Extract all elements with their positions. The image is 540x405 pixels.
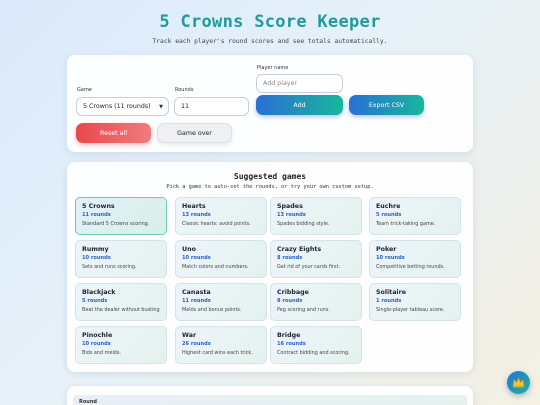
suggested-games-subtitle: Pick a game to auto-set the rounds, or t… — [166, 184, 374, 190]
suggested-games-card: Suggested games Pick a game to auto-set … — [67, 162, 473, 372]
game-card-description: Get rid of your cards first. — [277, 264, 341, 270]
player-name-input[interactable]: Add player — [256, 74, 343, 93]
game-card[interactable]: Rummy 10 rounds Sets and runs scoring. — [75, 240, 167, 278]
game-card-description: Highest card wins each trick. — [182, 350, 253, 356]
game-card-name: Solitaire — [376, 289, 406, 296]
crown-icon — [512, 377, 525, 388]
game-card[interactable]: Canasta 11 rounds Melds and bonus points. — [175, 283, 267, 321]
game-card[interactable]: Pinochle 10 rounds Bids and melds. — [75, 326, 167, 364]
round-column-header: Round — [73, 395, 467, 405]
chevron-down-icon: ▼ — [159, 104, 163, 110]
game-card-name: Spades — [277, 203, 303, 210]
suggested-games-title: Suggested games — [233, 172, 307, 181]
game-card-rounds: 11 rounds — [82, 212, 111, 218]
game-card-name: Poker — [376, 246, 397, 253]
game-card-description: Team trick-taking game. — [376, 221, 436, 227]
player-name-placeholder: Add player — [263, 80, 297, 87]
game-card-rounds: 1 rounds — [376, 298, 402, 304]
game-card-name: War — [182, 332, 197, 339]
game-card-description: Sets and runs scoring. — [82, 264, 137, 270]
game-card-name: Canasta — [182, 289, 211, 296]
game-card-rounds: 5 rounds — [82, 298, 108, 304]
game-card-description: Classic hearts: avoid points. — [182, 221, 251, 227]
controls-card: Game 5 Crowns (11 rounds) ▼ Rounds 11 Pl… — [67, 55, 473, 152]
game-card[interactable]: War 26 rounds Highest card wins each trick… — [175, 326, 267, 364]
reset-all-label: Reset all — [100, 129, 127, 137]
game-card[interactable]: Euchre 5 rounds Team trick-taking game. — [369, 197, 461, 235]
game-card-name: Hearts — [182, 203, 206, 210]
game-card-name: Bridge — [277, 332, 301, 339]
rounds-input[interactable]: 11 — [174, 97, 249, 116]
page-title: 5 Crowns Score Keeper — [159, 12, 381, 32]
game-card[interactable]: Cribbage 8 rounds Peg scoring and runs. — [270, 283, 362, 321]
page-subtitle: Track each player's round scores and see… — [152, 38, 388, 45]
game-card-description: Standard 5 Crowns scoring. — [82, 221, 150, 227]
game-card-description: Spades bidding style. — [277, 221, 330, 227]
game-card[interactable]: Blackjack 5 rounds Beat the dealer without… — [75, 283, 167, 321]
game-card-rounds: 5 rounds — [376, 212, 402, 218]
game-card-name: Rummy — [82, 246, 109, 253]
game-card[interactable]: Uno 10 rounds Match colors and numbers. — [175, 240, 267, 278]
rounds-input-value: 11 — [181, 103, 190, 110]
game-card[interactable]: 5 Crowns 11 rounds Standard 5 Crowns scori… — [75, 197, 167, 235]
game-label: Game — [77, 87, 92, 93]
game-card-description: Bids and melds. — [82, 350, 122, 356]
game-card-rounds: 13 rounds — [277, 212, 306, 218]
game-card-description: Beat the dealer without busting. — [82, 307, 160, 313]
game-card[interactable]: Poker 10 rounds Competitive betting rounds… — [369, 240, 461, 278]
game-card-rounds: 11 rounds — [182, 298, 211, 304]
game-card-description: Single-player tableau score. — [376, 307, 445, 313]
game-card-name: Blackjack — [82, 289, 116, 296]
game-card-name: Cribbage — [277, 289, 309, 296]
game-over-button[interactable]: Game over — [157, 123, 232, 143]
game-card-rounds: 10 rounds — [82, 255, 111, 261]
game-card-name: 5 Crowns — [82, 203, 115, 210]
game-card-rounds: 26 rounds — [182, 341, 211, 347]
game-card-description: Peg scoring and runs. — [277, 307, 330, 313]
game-card-description: Match colors and numbers. — [182, 264, 249, 270]
game-card-description: Contract bidding and scoring. — [277, 350, 350, 356]
game-card-rounds: 10 rounds — [376, 255, 405, 261]
game-card-description: Competitive betting rounds. — [376, 264, 445, 270]
export-csv-label: Export CSV — [368, 101, 405, 109]
crown-fab-button[interactable] — [507, 371, 530, 394]
add-player-button[interactable]: Add — [256, 95, 343, 115]
game-card-description: Melds and bonus points. — [182, 307, 242, 313]
reset-all-button[interactable]: Reset all — [76, 123, 151, 143]
game-card-rounds: 10 rounds — [82, 341, 111, 347]
game-card[interactable]: Spades 13 rounds Spades bidding style. — [270, 197, 362, 235]
game-card-rounds: 10 rounds — [182, 255, 211, 261]
game-card[interactable]: Solitaire 1 rounds Single-player tableau s… — [369, 283, 461, 321]
export-csv-button[interactable]: Export CSV — [349, 95, 424, 115]
game-card[interactable]: Hearts 13 rounds Classic hearts: avoid poi… — [175, 197, 267, 235]
rounds-label: Rounds — [175, 87, 194, 93]
game-card-rounds: 13 rounds — [182, 212, 211, 218]
player-name-label: Player name — [257, 65, 289, 71]
game-card-name: Crazy Eights — [277, 246, 322, 253]
game-card-name: Pinochle — [82, 332, 113, 339]
game-card-rounds: 16 rounds — [277, 341, 306, 347]
game-over-label: Game over — [177, 129, 212, 137]
game-select-value: 5 Crowns (11 rounds) — [83, 103, 151, 110]
game-card[interactable]: Crazy Eights 8 rounds Get rid of your card… — [270, 240, 362, 278]
game-card-rounds: 8 rounds — [277, 255, 303, 261]
game-card-rounds: 8 rounds — [277, 298, 303, 304]
game-card-name: Euchre — [376, 203, 401, 210]
game-card-name: Uno — [182, 246, 196, 253]
game-card[interactable]: Bridge 16 rounds Contract bidding and scor… — [270, 326, 362, 364]
game-select[interactable]: 5 Crowns (11 rounds) ▼ — [76, 97, 169, 116]
scoreboard-card: Round — [67, 386, 473, 405]
add-player-label: Add — [293, 101, 306, 109]
